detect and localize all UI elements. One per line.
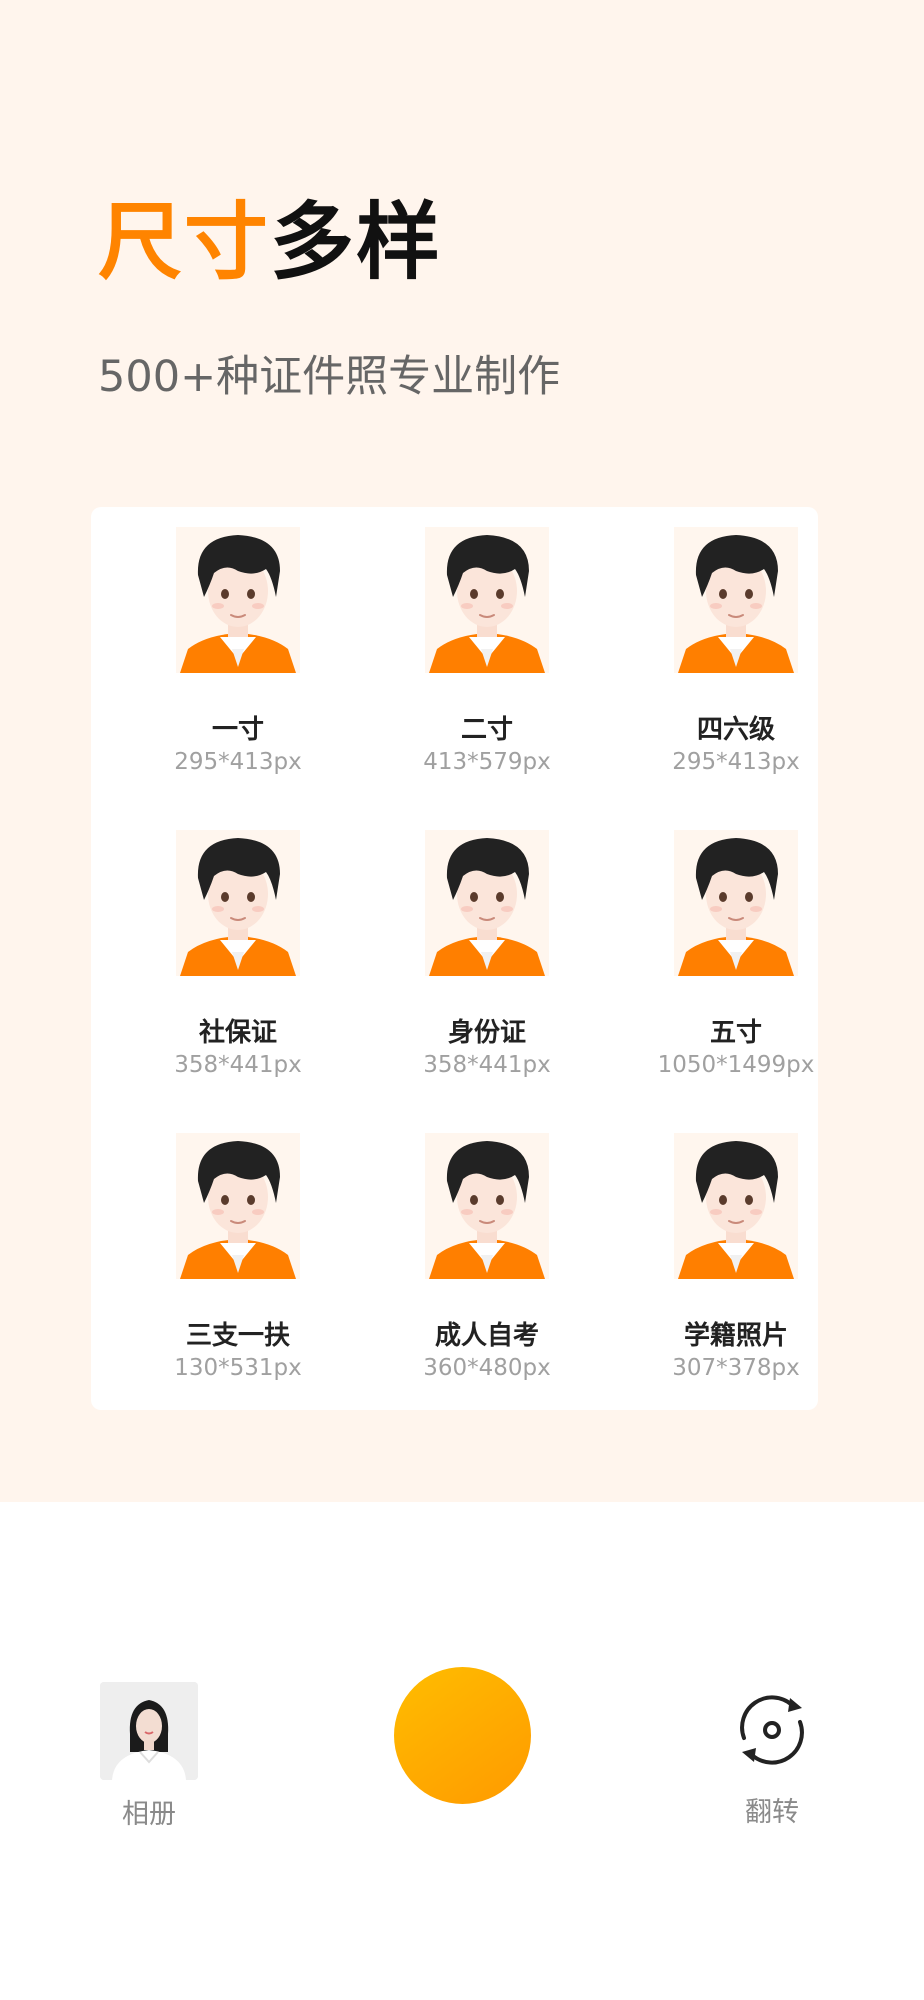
size-dimensions: 1050*1499px <box>657 1052 815 1078</box>
title-accent: 尺寸 <box>98 193 271 291</box>
portrait-avatar-icon <box>425 527 549 673</box>
size-item-sanzhiyifu[interactable]: 三支一扶 130*531px <box>140 1133 340 1381</box>
size-options-card: 一寸 295*413px 二寸 413*579px 四六级 295*413px … <box>91 507 818 1410</box>
size-dimensions: 307*378px <box>672 1355 800 1381</box>
camera-controls-bar: 相册 翻转 <box>0 1502 924 2000</box>
portrait-avatar-icon <box>674 830 798 976</box>
size-item-social-security[interactable]: 社保证 358*441px <box>140 830 340 1078</box>
size-name: 身份证 <box>447 1018 526 1048</box>
size-dimensions: 295*413px <box>174 749 302 775</box>
size-item-adult-exam[interactable]: 成人自考 360*480px <box>389 1133 589 1381</box>
size-item-cet[interactable]: 四六级 295*413px <box>638 527 838 775</box>
size-dimensions: 130*531px <box>174 1355 302 1381</box>
portrait-avatar-icon <box>674 1133 798 1279</box>
rotate-camera-icon <box>740 1695 804 1765</box>
portrait-avatar-icon <box>176 1133 300 1279</box>
album-thumbnail <box>100 1682 198 1780</box>
page-subtitle: 500+种证件照专业制作 <box>98 352 561 402</box>
size-item-1inch[interactable]: 一寸 295*413px <box>140 527 340 775</box>
size-name: 四六级 <box>696 715 775 745</box>
size-name: 社保证 <box>198 1018 277 1048</box>
size-item-id-card[interactable]: 身份证 358*441px <box>389 830 589 1078</box>
portrait-avatar-icon <box>176 830 300 976</box>
size-name: 学籍照片 <box>683 1321 788 1351</box>
size-dimensions: 295*413px <box>672 749 800 775</box>
size-item-2inch[interactable]: 二寸 413*579px <box>389 527 589 775</box>
portrait-avatar-icon <box>674 527 798 673</box>
size-name: 五寸 <box>709 1018 762 1048</box>
album-button[interactable]: 相册 <box>100 1682 200 1831</box>
size-item-student-photo[interactable]: 学籍照片 307*378px <box>638 1133 838 1381</box>
title-rest: 多样 <box>270 193 443 291</box>
size-dimensions: 358*441px <box>174 1052 302 1078</box>
portrait-avatar-icon <box>176 527 300 673</box>
portrait-avatar-icon <box>425 830 549 976</box>
size-name: 一寸 <box>211 715 264 745</box>
size-dimensions: 413*579px <box>423 749 551 775</box>
flip-label: 翻转 <box>745 1797 799 1828</box>
shutter-button[interactable] <box>394 1667 531 1804</box>
size-name: 三支一扶 <box>185 1321 290 1351</box>
top-section: 尺寸多样 500+种证件照专业制作 一寸 295*413px 二寸 413*57… <box>0 0 924 1502</box>
album-label: 相册 <box>122 1799 176 1830</box>
size-grid: 一寸 295*413px 二寸 413*579px 四六级 295*413px … <box>91 507 818 1410</box>
portrait-avatar-icon <box>425 1133 549 1279</box>
page-title: 尺寸多样 <box>98 200 442 284</box>
flip-camera-button[interactable]: 翻转 <box>730 1688 814 1829</box>
size-dimensions: 360*480px <box>423 1355 551 1381</box>
size-item-5inch[interactable]: 五寸 1050*1499px <box>638 830 838 1078</box>
size-dimensions: 358*441px <box>423 1052 551 1078</box>
size-name: 二寸 <box>460 715 513 745</box>
size-name: 成人自考 <box>434 1321 539 1351</box>
